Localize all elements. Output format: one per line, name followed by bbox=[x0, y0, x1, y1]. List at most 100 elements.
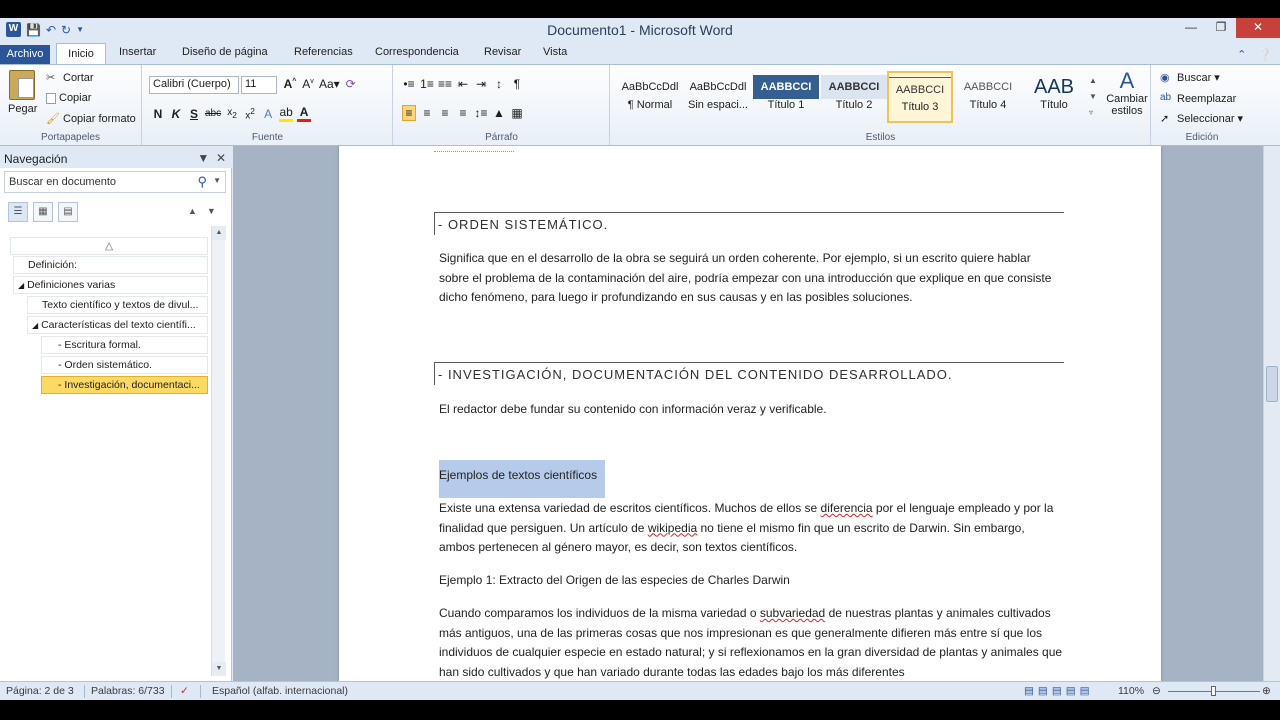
copy-button[interactable]: Copiar bbox=[46, 92, 91, 104]
borders-icon[interactable]: ▦ bbox=[510, 106, 524, 120]
nav-scroll-up-icon[interactable]: ▲ bbox=[212, 226, 226, 240]
style-heading2[interactable]: AABBCCI Título 2 bbox=[821, 71, 887, 123]
replace-button[interactable]: ab Reemplazar bbox=[1160, 92, 1236, 106]
paragraph-darwin[interactable]: Cuando comparamos los individuos de la m… bbox=[439, 604, 1064, 681]
status-language[interactable]: Español (alfab. internacional) bbox=[212, 685, 348, 697]
tab-vista[interactable]: Vista bbox=[543, 46, 567, 58]
nav-item[interactable]: ◢ Definiciones varias bbox=[13, 276, 208, 294]
vertical-scrollbar[interactable] bbox=[1263, 146, 1280, 681]
tab-correspondencia[interactable]: Correspondencia bbox=[375, 46, 459, 58]
search-dropdown-icon[interactable]: ▼ bbox=[213, 176, 221, 185]
status-page[interactable]: Página: 2 de 3 bbox=[6, 685, 74, 697]
nav-close-icon[interactable]: ✕ bbox=[216, 151, 226, 165]
zoom-in-icon[interactable]: ⊕ bbox=[1262, 685, 1271, 697]
proofing-icon[interactable]: ✓ bbox=[180, 685, 189, 697]
nav-item[interactable]: ◢ Características del texto científi... bbox=[27, 316, 208, 334]
nav-item-selected[interactable]: - Investigación, documentaci... bbox=[41, 376, 208, 394]
numbering-icon[interactable]: 1≡ bbox=[420, 77, 434, 91]
minimize-icon[interactable]: — bbox=[1176, 18, 1206, 38]
document-page[interactable]: - ORDEN SISTEMÁTICO. Significa que en el… bbox=[339, 146, 1161, 681]
status-words[interactable]: Palabras: 6/733 bbox=[91, 685, 165, 697]
nav-scroll-down-icon[interactable]: ▼ bbox=[212, 662, 226, 676]
expand-arrow-icon[interactable]: ◢ bbox=[32, 321, 38, 330]
nav-item[interactable]: - Escritura formal. bbox=[41, 336, 208, 354]
spelling-error-wikipedia[interactable]: wikipedia bbox=[648, 521, 697, 535]
nav-search-input[interactable]: Buscar en documento ⚲ ▼ bbox=[4, 171, 226, 193]
style-title[interactable]: AAB Título bbox=[1021, 71, 1087, 123]
style-normal[interactable]: AaBbCcDdl ¶ Normal bbox=[617, 71, 683, 123]
bold-icon[interactable]: N bbox=[151, 107, 165, 121]
help-icon[interactable]: ❔ bbox=[1258, 48, 1272, 61]
underline-icon[interactable]: S bbox=[187, 107, 201, 121]
multilevel-list-icon[interactable]: ≡≡ bbox=[438, 77, 452, 91]
clear-format-icon[interactable]: ⟳ bbox=[344, 77, 358, 91]
zoom-slider-thumb[interactable] bbox=[1211, 686, 1216, 696]
cut-button[interactable]: ✂ Cortar bbox=[46, 71, 94, 85]
strikethrough-icon[interactable]: abc bbox=[205, 108, 221, 119]
tab-referencias[interactable]: Referencias bbox=[294, 46, 353, 58]
format-painter-button[interactable]: 🖌 Copiar formato bbox=[46, 112, 136, 126]
shading-icon[interactable]: ▲ bbox=[492, 106, 506, 120]
line-spacing-icon[interactable]: ↕≡ bbox=[474, 106, 488, 120]
bullets-icon[interactable]: •≡ bbox=[402, 77, 416, 91]
nav-collapse-all-icon[interactable]: △ bbox=[10, 237, 208, 255]
style-heading3[interactable]: AABBCCI Título 3 bbox=[887, 71, 953, 123]
minimize-ribbon-icon[interactable]: ⌃ bbox=[1237, 48, 1246, 61]
font-size-combo[interactable]: 11 bbox=[241, 76, 277, 94]
headings-view-icon[interactable]: ☰ bbox=[8, 202, 28, 222]
shrink-font-icon[interactable]: Av bbox=[301, 77, 315, 91]
nav-scrollbar[interactable]: ▲ ▼ bbox=[211, 226, 226, 676]
nav-item[interactable]: Definición: bbox=[13, 256, 208, 274]
zoom-out-icon[interactable]: ⊖ bbox=[1152, 685, 1161, 697]
style-no-spacing[interactable]: AaBbCcDdl Sin espaci... bbox=[685, 71, 751, 123]
selected-heading[interactable]: Ejemplos de textos científicos bbox=[439, 460, 1064, 498]
paste-icon[interactable] bbox=[9, 70, 35, 100]
nav-item[interactable]: - Orden sistemático. bbox=[41, 356, 208, 374]
change-styles-button[interactable]: A Cambiar estilos bbox=[1105, 69, 1149, 118]
pilcrow-icon[interactable]: ¶ bbox=[510, 77, 524, 91]
justify-icon[interactable]: ≡ bbox=[456, 106, 470, 120]
italic-icon[interactable]: K bbox=[169, 107, 183, 121]
heading-investigacion[interactable]: - INVESTIGACIÓN, DOCUMENTACIÓN DEL CONTE… bbox=[434, 362, 1064, 385]
align-right-icon[interactable]: ≡ bbox=[438, 106, 452, 120]
results-view-icon[interactable]: ▤ bbox=[58, 202, 78, 222]
style-heading4[interactable]: AABBCCI Título 4 bbox=[955, 71, 1021, 123]
tab-archivo[interactable]: Archivo bbox=[0, 45, 50, 64]
heading-orden[interactable]: - ORDEN SISTEMÁTICO. bbox=[434, 212, 1064, 235]
text-selection[interactable]: Ejemplos de textos científicos bbox=[439, 460, 606, 498]
subscript-icon[interactable]: x2 bbox=[225, 107, 239, 120]
restore-icon[interactable]: ❐ bbox=[1206, 18, 1236, 38]
view-buttons[interactable]: ▤▤▤▤▤ bbox=[1024, 685, 1094, 697]
search-icon[interactable]: ⚲ bbox=[197, 174, 207, 190]
highlight-icon[interactable]: ab bbox=[279, 105, 294, 122]
expand-arrow-icon[interactable]: ◢ bbox=[18, 281, 24, 290]
spelling-error-diferencia[interactable]: diferencia bbox=[821, 501, 873, 515]
nav-prev-icon[interactable]: ▲ bbox=[188, 206, 197, 216]
example1-caption[interactable]: Ejemplo 1: Extracto del Origen de las es… bbox=[439, 571, 1064, 591]
change-case-icon[interactable]: Aa▾ bbox=[319, 77, 340, 91]
increase-indent-icon[interactable]: ⇥ bbox=[474, 77, 488, 91]
superscript-icon[interactable]: x2 bbox=[243, 106, 257, 121]
find-button[interactable]: ◉ Buscar ▾ bbox=[1160, 71, 1220, 85]
paragraph-orden[interactable]: Significa que en el desarrollo de la obr… bbox=[439, 249, 1064, 308]
select-button[interactable]: ➚ Seleccionar ▾ bbox=[1160, 112, 1243, 126]
status-zoom[interactable]: 110% bbox=[1118, 685, 1144, 697]
paste-button[interactable]: Pegar bbox=[8, 103, 37, 115]
styles-scroll-arrows[interactable]: ▲ ▼ ▿ bbox=[1089, 73, 1097, 121]
grow-font-icon[interactable]: A^ bbox=[283, 77, 297, 91]
font-name-combo[interactable]: Calibri (Cuerpo) bbox=[149, 76, 239, 94]
tab-revisar[interactable]: Revisar bbox=[484, 46, 521, 58]
align-left-icon[interactable]: ≡ bbox=[402, 105, 416, 121]
align-center-icon[interactable]: ≡ bbox=[420, 106, 434, 120]
paragraph-ejemplos[interactable]: Existe una extensa variedad de escritos … bbox=[439, 499, 1064, 558]
sort-icon[interactable]: ↕ bbox=[492, 77, 506, 91]
nav-item[interactable]: Texto científico y textos de divul... bbox=[27, 296, 208, 314]
scroll-thumb[interactable] bbox=[1266, 366, 1278, 402]
paragraph-investigacion[interactable]: El redactor debe fundar su contenido con… bbox=[439, 400, 1064, 420]
close-icon[interactable]: ✕ bbox=[1236, 18, 1280, 38]
style-heading1[interactable]: AABBCCI Título 1 bbox=[753, 71, 819, 123]
nav-next-icon[interactable]: ▼ bbox=[207, 206, 216, 216]
pages-view-icon[interactable]: ▦ bbox=[33, 202, 53, 222]
tab-insertar[interactable]: Insertar bbox=[119, 46, 156, 58]
tab-inicio[interactable]: Inicio bbox=[56, 43, 106, 65]
